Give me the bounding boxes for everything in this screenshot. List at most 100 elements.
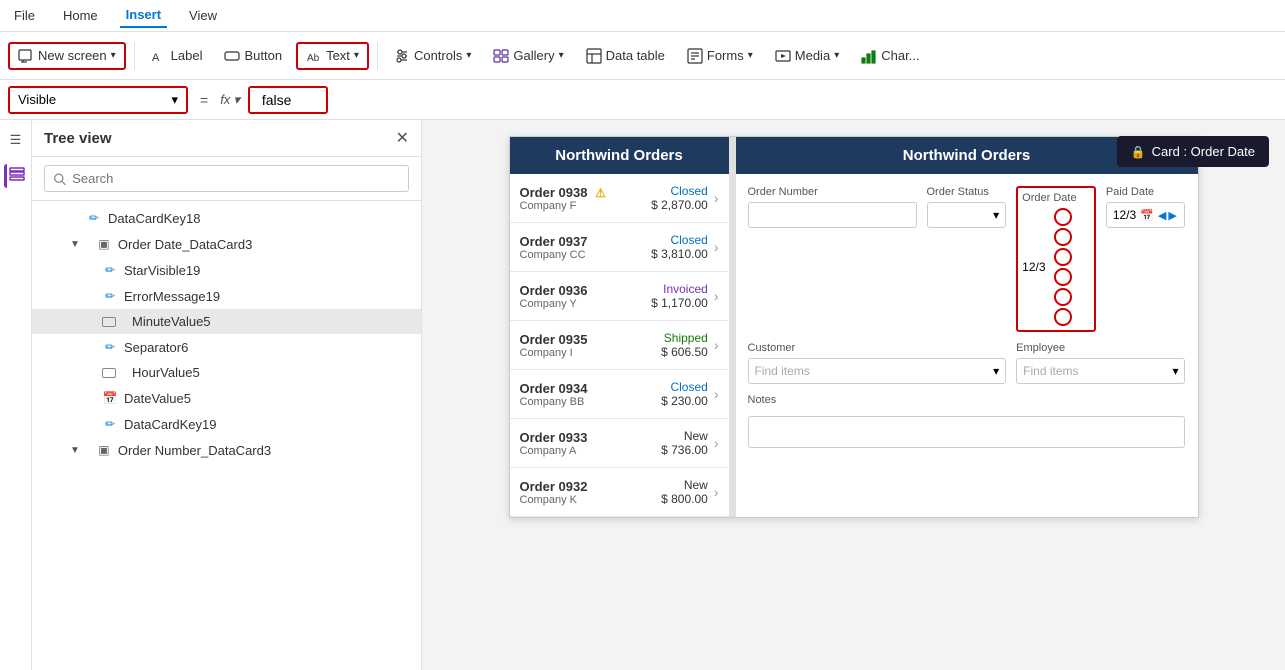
tree-item-datevalue5[interactable]: 📅 DateValue5 bbox=[32, 385, 421, 411]
tree-item-order-date-datacard3[interactable]: ▼ ▣ Order Date_DataCard3 bbox=[32, 231, 421, 257]
field-paid-date: Paid Date 12/3 📅 ◀ ▶ bbox=[1106, 186, 1186, 332]
notes-label-row: Notes bbox=[748, 394, 1186, 406]
menu-view[interactable]: View bbox=[183, 4, 223, 27]
order-item-0936[interactable]: Order 0936 Company Y Invoiced $ 1,170.00… bbox=[510, 272, 729, 321]
tree-item-separator6[interactable]: ✏ Separator6 bbox=[32, 334, 421, 360]
app-preview: Northwind Orders Order 0938 ⚠ Company F … bbox=[509, 136, 1199, 518]
notes-field-row bbox=[748, 416, 1186, 448]
customer-select[interactable]: Find items ▾ bbox=[748, 358, 1007, 384]
order-item-0932[interactable]: Order 0932 Company K New $ 800.00 › bbox=[510, 468, 729, 517]
card-icon-order-number: ▣ bbox=[96, 442, 112, 458]
order-detail: Northwind Orders Order Number Order Stat… bbox=[736, 137, 1198, 517]
circle-1 bbox=[1054, 208, 1072, 226]
menu-bar: File Home Insert View bbox=[0, 0, 1285, 32]
tree-close-button[interactable]: ✕ bbox=[396, 128, 409, 148]
new-screen-chevron: ▾ bbox=[111, 50, 116, 61]
select-chevron: ▾ bbox=[993, 208, 999, 222]
edit-icon-datacardkey18: ✏ bbox=[86, 210, 102, 226]
field-employee: Employee Find items ▾ bbox=[1016, 342, 1185, 384]
paid-date-input[interactable]: 12/3 📅 ◀ ▶ bbox=[1106, 202, 1186, 228]
chevron-icon-0937: › bbox=[714, 239, 719, 255]
field-order-number: Order Number bbox=[748, 186, 917, 332]
toolbar: New screen ▾ A Label Button Ab Text ▾ Co… bbox=[0, 32, 1285, 80]
sidebar-icon-hamburger[interactable]: ☰ bbox=[4, 128, 28, 152]
menu-home[interactable]: Home bbox=[57, 4, 104, 27]
tree-item-datacardkey18[interactable]: ✏ DataCardKey18 bbox=[32, 205, 421, 231]
tree-item-minutevalue5[interactable]: MinuteValue5 bbox=[32, 309, 421, 334]
data-table-button[interactable]: Data table bbox=[578, 44, 673, 68]
formula-equals: = bbox=[196, 92, 212, 108]
search-input[interactable] bbox=[72, 171, 400, 186]
employee-select[interactable]: Find items ▾ bbox=[1016, 358, 1185, 384]
property-chevron: ▾ bbox=[171, 92, 178, 108]
tree-item-order-number-datacard3[interactable]: ▼ ▣ Order Number_DataCard3 bbox=[32, 437, 421, 463]
svg-text:A: A bbox=[152, 52, 160, 64]
order-item-0933[interactable]: Order 0933 Company A New $ 736.00 › bbox=[510, 419, 729, 468]
sidebar-icons: ☰ bbox=[0, 120, 32, 670]
tree-search-box[interactable] bbox=[44, 165, 409, 192]
edit-icon-separator6: ✏ bbox=[102, 339, 118, 355]
input-icon-hourvalue5 bbox=[102, 368, 116, 378]
text-chevron: ▾ bbox=[354, 50, 359, 61]
notes-input[interactable] bbox=[748, 416, 1186, 448]
media-button[interactable]: Media ▾ bbox=[767, 44, 847, 68]
sidebar-icon-layers[interactable] bbox=[4, 164, 28, 188]
forms-chevron: ▾ bbox=[748, 50, 753, 61]
date-picker-circles[interactable] bbox=[1054, 208, 1090, 326]
fx-chevron: ▾ bbox=[233, 92, 240, 108]
tree-title: Tree view bbox=[44, 130, 112, 147]
chart-button[interactable]: Char... bbox=[853, 44, 927, 68]
property-dropdown[interactable]: Visible ▾ bbox=[8, 86, 188, 114]
button-button[interactable]: Button bbox=[216, 44, 290, 68]
expand-arrow-order-date: ▼ bbox=[70, 239, 80, 250]
toolbar-separator-2 bbox=[377, 42, 378, 70]
field-order-status: Order Status ▾ bbox=[927, 186, 1007, 332]
chevron-icon-0934: › bbox=[714, 386, 719, 402]
formula-value[interactable]: false bbox=[248, 86, 328, 114]
tree-item-starvisible19[interactable]: ✏ StarVisible19 bbox=[32, 257, 421, 283]
circle-2 bbox=[1054, 228, 1072, 246]
menu-file[interactable]: File bbox=[8, 4, 41, 27]
tree-item-datacardkey19[interactable]: ✏ DataCardKey19 bbox=[32, 411, 421, 437]
lock-icon: 🔒 bbox=[1131, 145, 1146, 159]
order-item-0938[interactable]: Order 0938 ⚠ Company F Closed $ 2,870.00… bbox=[510, 174, 729, 223]
order-item-0935[interactable]: Order 0935 Company I Shipped $ 606.50 › bbox=[510, 321, 729, 370]
fx-label: fx bbox=[220, 92, 230, 107]
gallery-icon bbox=[493, 48, 509, 64]
search-icon bbox=[53, 172, 66, 186]
forms-button[interactable]: Forms ▾ bbox=[679, 44, 761, 68]
order-number-input[interactable] bbox=[748, 202, 917, 228]
media-icon bbox=[775, 48, 791, 64]
edit-icon-errormessage19: ✏ bbox=[102, 288, 118, 304]
gallery-button[interactable]: Gallery ▾ bbox=[485, 44, 571, 68]
detail-form: Order Number Order Status ▾ Order Date bbox=[736, 174, 1198, 460]
controls-icon bbox=[394, 48, 410, 64]
order-item-0937[interactable]: Order 0937 Company CC Closed $ 3,810.00 … bbox=[510, 223, 729, 272]
tree-item-hourvalue5[interactable]: HourValue5 bbox=[32, 360, 421, 385]
customer-chevron: ▾ bbox=[993, 364, 999, 378]
tree-item-errormessage19[interactable]: ✏ ErrorMessage19 bbox=[32, 283, 421, 309]
nav-left-paid: ◀ bbox=[1158, 209, 1166, 222]
orders-list-header: Northwind Orders bbox=[510, 137, 729, 174]
formula-bar: Visible ▾ = fx ▾ false bbox=[0, 80, 1285, 120]
new-screen-button[interactable]: New screen ▾ bbox=[8, 42, 126, 70]
text-button[interactable]: Ab Text ▾ bbox=[296, 42, 369, 70]
expand-arrow-order-number: ▼ bbox=[70, 445, 80, 456]
input-icon-minutevalue5 bbox=[102, 317, 116, 327]
chart-icon bbox=[861, 48, 877, 64]
label-button[interactable]: A Label bbox=[143, 44, 211, 68]
order-status-select[interactable]: ▾ bbox=[927, 202, 1007, 228]
canvas: 🔒 Card : Order Date Northwind Orders Ord… bbox=[422, 120, 1285, 670]
controls-button[interactable]: Controls ▾ bbox=[386, 44, 479, 68]
field-customer: Customer Find items ▾ bbox=[748, 342, 1007, 384]
orders-list: Northwind Orders Order 0938 ⚠ Company F … bbox=[510, 137, 730, 517]
tooltip-text: Card : Order Date bbox=[1152, 144, 1255, 159]
forms-icon bbox=[687, 48, 703, 64]
new-screen-icon bbox=[18, 48, 34, 64]
employee-chevron: ▾ bbox=[1172, 364, 1178, 378]
label-icon: A bbox=[151, 48, 167, 64]
chevron-icon-0936: › bbox=[714, 288, 719, 304]
order-item-0934[interactable]: Order 0934 Company BB Closed $ 230.00 › bbox=[510, 370, 729, 419]
menu-insert[interactable]: Insert bbox=[120, 3, 167, 28]
formula-fx-button[interactable]: fx ▾ bbox=[220, 92, 240, 108]
